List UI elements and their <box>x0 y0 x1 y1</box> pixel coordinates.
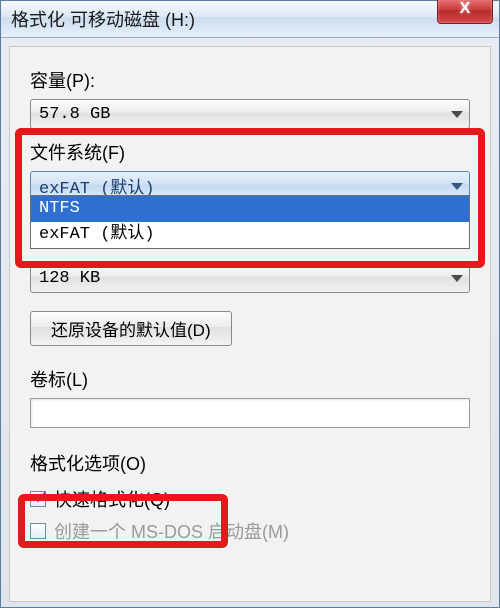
titlebar: 格式化 可移动磁盘 (H:) X <box>1 1 499 38</box>
filesystem-option-ntfs[interactable]: NTFS <box>31 196 469 222</box>
format-options-label: 格式化选项(O) <box>30 450 470 476</box>
client-area: 容量(P): 57.8 GB 文件系统(F) exFAT (默认) NTFS e… <box>9 46 491 602</box>
filesystem-label: 文件系统(F) <box>30 139 470 165</box>
allocation-combo[interactable]: 128 KB <box>30 263 470 293</box>
filesystem-option-exfat[interactable]: exFAT (默认) <box>31 222 469 248</box>
window-title: 格式化 可移动磁盘 (H:) <box>11 6 195 32</box>
capacity-label: 容量(P): <box>30 67 470 93</box>
msdos-label: 创建一个 MS-DOS 启动盘(M) <box>54 518 289 544</box>
close-button[interactable]: X <box>437 0 493 24</box>
close-icon: X <box>460 0 471 17</box>
capacity-combo[interactable]: 57.8 GB <box>30 99 470 129</box>
quick-format-row[interactable]: 快速格式化(Q) <box>30 486 470 512</box>
capacity-value: 57.8 GB <box>39 105 110 124</box>
format-dialog: 格式化 可移动磁盘 (H:) X 容量(P): 57.8 GB 文件系统(F) … <box>0 0 500 608</box>
volume-label-input[interactable] <box>30 398 470 428</box>
quick-format-label: 快速格式化(Q) <box>54 486 170 512</box>
quick-format-checkbox[interactable] <box>30 491 46 507</box>
msdos-row: 创建一个 MS-DOS 启动盘(M) <box>30 518 470 544</box>
allocation-section: 128 KB <box>30 263 470 293</box>
restore-defaults-button[interactable]: 还原设备的默认值(D) <box>30 311 232 346</box>
volume-label-label: 卷标(L) <box>30 366 470 392</box>
allocation-value: 128 KB <box>39 269 100 288</box>
msdos-checkbox <box>30 523 46 539</box>
filesystem-dropdown: NTFS exFAT (默认) <box>30 195 470 249</box>
chevron-down-icon <box>451 275 463 282</box>
filesystem-section: 文件系统(F) exFAT (默认) NTFS exFAT (默认) <box>30 139 470 201</box>
chevron-down-icon <box>451 183 463 190</box>
chevron-down-icon <box>451 111 463 118</box>
